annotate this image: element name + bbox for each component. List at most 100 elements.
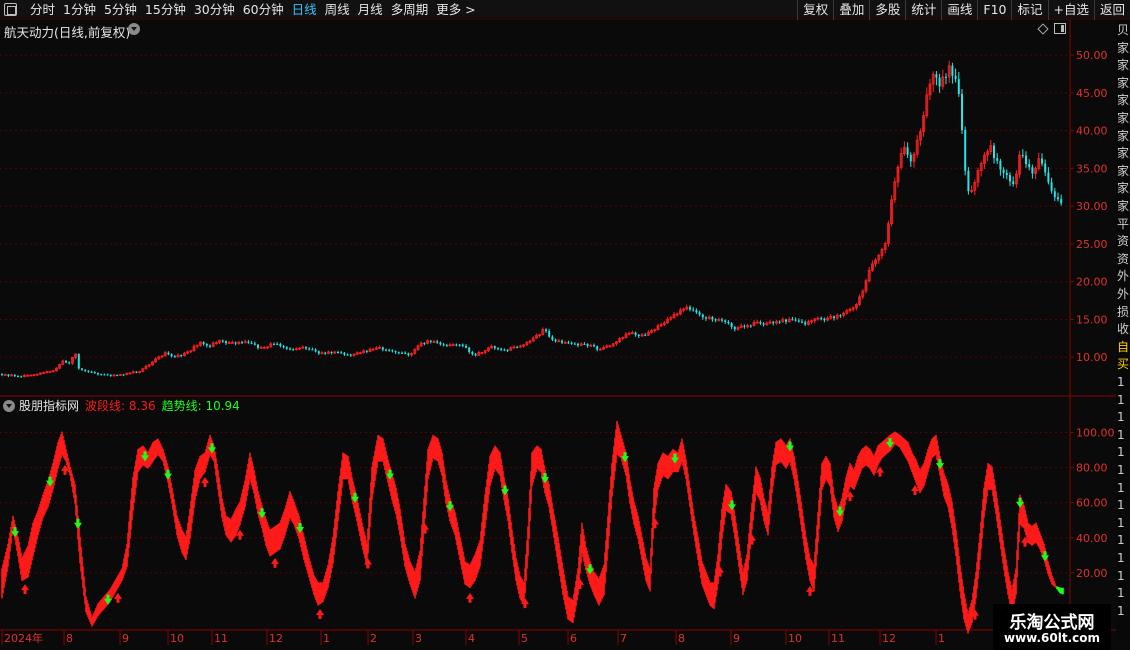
candle-body (305, 347, 307, 349)
candle-body (596, 346, 599, 350)
candle-body (97, 373, 99, 375)
indicator-name[interactable]: 股朋指标网 (19, 397, 79, 414)
candle-body (1009, 175, 1011, 182)
candle-body (20, 376, 23, 378)
candle-body (250, 342, 253, 344)
candle-body (234, 342, 237, 344)
candle-body (785, 319, 787, 322)
candle-body (820, 318, 823, 320)
candle-body (804, 322, 807, 325)
price-tick-label: 35.00 (1076, 162, 1108, 175)
right-strip-char: 1 (1117, 515, 1125, 530)
candle-body (7, 374, 10, 376)
time-axis-label: 9 (122, 632, 129, 645)
candle-body (743, 325, 746, 327)
right-strip-char: 1 (1117, 375, 1125, 389)
candle-body (170, 354, 173, 357)
candle-body (714, 319, 717, 321)
candle-body (759, 322, 762, 324)
candle-body (791, 319, 794, 321)
candle-body (967, 170, 970, 192)
right-strip-char: 自 (1117, 339, 1130, 354)
candle-body (167, 352, 170, 355)
candle-body (279, 343, 282, 347)
right-strip-char: 收 (1117, 322, 1130, 337)
candle-body (273, 343, 275, 345)
candle-body (1002, 169, 1005, 173)
candle-body (346, 354, 349, 356)
right-strip-char: 1 (1117, 498, 1125, 513)
candle-body (429, 340, 432, 342)
candle-body (938, 77, 941, 87)
candle-body (394, 351, 397, 353)
right-strip-char: 1 (1117, 568, 1125, 583)
candle-body (705, 317, 707, 319)
candle-body (721, 319, 723, 321)
candle-body (1025, 155, 1027, 165)
candle-body (308, 348, 311, 350)
candle-body (241, 342, 243, 344)
candle-body (404, 352, 407, 354)
candle-body (909, 154, 912, 162)
candle-body (801, 321, 803, 323)
chevron-down-icon[interactable] (3, 399, 15, 412)
time-axis-label: 12 (882, 632, 896, 645)
candle-body (17, 376, 19, 378)
candle-body (221, 340, 224, 342)
candle-body (253, 343, 256, 345)
candle-body (772, 321, 775, 324)
candle-body (292, 349, 295, 351)
watermark-title: 乐淘公式网 (1009, 613, 1095, 633)
candle-body (839, 315, 842, 317)
candle-body (945, 76, 947, 78)
time-axis-label: 9 (733, 632, 740, 645)
candle-body (465, 345, 467, 348)
time-axis-label: 10 (170, 632, 184, 645)
candle-body (311, 349, 314, 351)
candle-body (87, 370, 90, 372)
right-strip-char: 1 (1117, 603, 1125, 618)
right-strip-char: 1 (1117, 463, 1125, 477)
right-strip-char: 损 (1117, 304, 1130, 319)
candle-body (289, 348, 291, 350)
candle-body (1053, 191, 1056, 198)
right-strip-char: 家 (1117, 128, 1130, 143)
candle-body (340, 352, 343, 354)
right-strip-char: 家 (1117, 58, 1130, 73)
candle-body (257, 344, 259, 348)
candle-body (343, 352, 346, 355)
candle-body (324, 352, 327, 354)
candle-body (1057, 197, 1059, 200)
candle-body (724, 320, 727, 322)
candle-body (423, 343, 426, 345)
candle-body (122, 374, 125, 376)
time-axis-label: 12 (269, 632, 283, 645)
candle-body (247, 341, 250, 343)
candle-body (951, 65, 954, 76)
candle-body (1060, 199, 1063, 204)
right-strip-char: 平 (1117, 216, 1130, 231)
right-strip-char: 家 (1117, 163, 1130, 178)
candle-body (173, 356, 176, 358)
candle-body (81, 368, 83, 370)
candle-body (68, 362, 71, 364)
right-strip-char: 买 (1117, 357, 1130, 372)
right-strip-char: 外 (1117, 269, 1130, 284)
candle-body (109, 374, 112, 376)
chart-area[interactable]: 10.00 15.00 20.00 25.00 30.00 35.00 40.00 45.00… (0, 0, 1116, 650)
candle-body (388, 349, 391, 351)
candle-body (330, 351, 333, 353)
buy-arrow-icon (114, 592, 122, 603)
candle-body (957, 79, 960, 94)
candle-body (468, 347, 471, 352)
candle-body (445, 345, 448, 347)
right-strip-char: 家 (1117, 181, 1130, 196)
price-tick-label: 50.00 (1076, 49, 1108, 62)
right-strip-char: 1 (1117, 551, 1125, 565)
candle-body (1028, 164, 1031, 168)
right-strip-char: 外 (1117, 287, 1130, 301)
candle-body (317, 351, 320, 354)
candle-body (84, 369, 87, 371)
candle-body (993, 145, 995, 159)
candle-body (225, 341, 227, 344)
